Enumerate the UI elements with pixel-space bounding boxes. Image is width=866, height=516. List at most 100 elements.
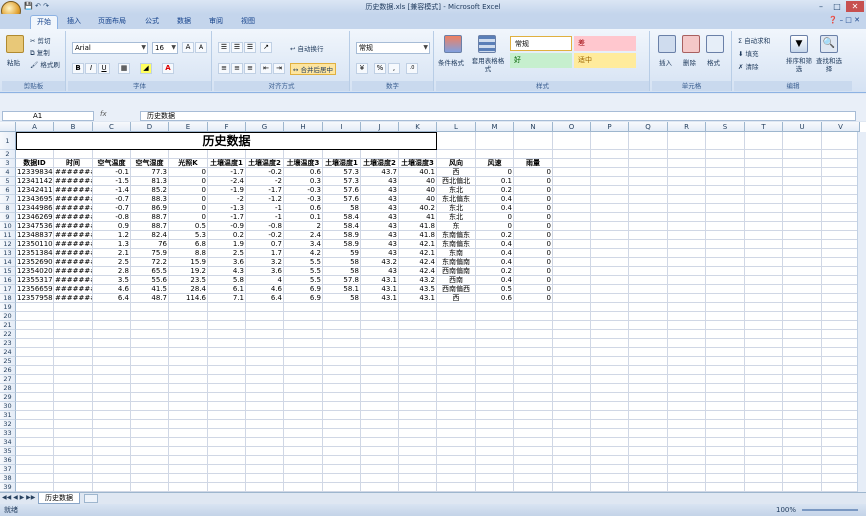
grid-cell[interactable] [169, 393, 208, 402]
grid-cell[interactable] [745, 438, 783, 447]
grid-cell[interactable] [668, 312, 706, 321]
grid-cell[interactable] [822, 258, 860, 267]
grid-cell[interactable] [629, 483, 668, 492]
grid-cell[interactable] [54, 456, 93, 465]
grid-cell[interactable] [361, 375, 399, 384]
grid-cell[interactable] [706, 456, 745, 465]
grid-cell[interactable] [437, 357, 476, 366]
grid-cell[interactable] [284, 375, 323, 384]
grid-cell[interactable] [323, 384, 361, 393]
data-cell[interactable]: 0 [169, 213, 208, 222]
grid-cell[interactable] [514, 312, 553, 321]
grid-cell[interactable] [668, 420, 706, 429]
grid-cell[interactable] [323, 465, 361, 474]
data-cell[interactable]: 42.4 [399, 258, 437, 267]
grid-cell[interactable] [246, 339, 284, 348]
data-cell[interactable]: 西 [437, 294, 476, 303]
data-cell[interactable]: 0 [514, 231, 553, 240]
grid-cell[interactable] [822, 150, 860, 159]
data-cell[interactable]: -1 [246, 213, 284, 222]
grid-cell[interactable] [706, 267, 745, 276]
grid-cell[interactable] [822, 411, 860, 420]
grid-cell[interactable] [93, 402, 131, 411]
grid-cell[interactable] [629, 159, 668, 168]
grid-cell[interactable] [553, 429, 591, 438]
data-cell[interactable]: 0.3 [284, 177, 323, 186]
grid-cell[interactable] [208, 393, 246, 402]
grid-cell[interactable] [629, 267, 668, 276]
increase-indent-icon[interactable]: ⇥ [273, 63, 285, 74]
grid-cell[interactable] [514, 393, 553, 402]
data-cell[interactable]: 3.2 [246, 258, 284, 267]
grid-cell[interactable] [476, 357, 514, 366]
grid-cell[interactable] [822, 195, 860, 204]
data-cell[interactable]: 58.4 [323, 222, 361, 231]
header-cell[interactable]: 土壤湿度1 [323, 159, 361, 168]
grid-cell[interactable] [745, 150, 783, 159]
grid-cell[interactable] [591, 402, 629, 411]
grid-cell[interactable] [668, 321, 706, 330]
data-cell[interactable]: 0.1 [284, 213, 323, 222]
row-header[interactable]: 28 [0, 384, 16, 393]
grid-cell[interactable] [93, 348, 131, 357]
grid-cell[interactable] [54, 366, 93, 375]
grid-cell[interactable] [284, 339, 323, 348]
grid-cell[interactable] [668, 294, 706, 303]
grid-cell[interactable] [437, 339, 476, 348]
grid-cell[interactable] [399, 474, 437, 483]
grid-cell[interactable] [399, 465, 437, 474]
grid-cell[interactable] [361, 330, 399, 339]
grid-cell[interactable] [93, 303, 131, 312]
grid-cell[interactable] [783, 294, 822, 303]
grid-cell[interactable] [668, 384, 706, 393]
grid-cell[interactable] [131, 366, 169, 375]
grid-cell[interactable] [553, 213, 591, 222]
grid-cell[interactable] [629, 249, 668, 258]
grid-cell[interactable] [822, 312, 860, 321]
grid-cell[interactable] [783, 411, 822, 420]
data-cell[interactable]: 12339834 [16, 168, 54, 177]
grid-cell[interactable] [323, 483, 361, 492]
grid-cell[interactable] [54, 303, 93, 312]
grid-cell[interactable] [591, 483, 629, 492]
grid-cell[interactable] [93, 456, 131, 465]
grid-cell[interactable] [822, 402, 860, 411]
grid-cell[interactable] [323, 348, 361, 357]
grid-cell[interactable] [284, 402, 323, 411]
header-cell[interactable]: 土壤温度1 [208, 159, 246, 168]
grid-cell[interactable] [361, 393, 399, 402]
grid-cell[interactable] [16, 483, 54, 492]
grid-cell[interactable] [668, 177, 706, 186]
data-cell[interactable]: 东南 [437, 249, 476, 258]
number-format-combo[interactable]: 常规 ▼ [356, 42, 430, 54]
column-header[interactable]: K [399, 122, 437, 132]
grid-cell[interactable] [822, 429, 860, 438]
data-cell[interactable]: 0.5 [169, 222, 208, 231]
grid-cell[interactable] [514, 330, 553, 339]
data-cell[interactable]: 12347536 [16, 222, 54, 231]
grid-cell[interactable] [706, 339, 745, 348]
conditional-format-icon[interactable] [444, 35, 462, 53]
data-cell[interactable]: 28.4 [169, 285, 208, 294]
grid-cell[interactable] [783, 276, 822, 285]
grid-cell[interactable] [131, 447, 169, 456]
grid-cell[interactable] [208, 348, 246, 357]
grid-cell[interactable] [437, 348, 476, 357]
grid-cell[interactable] [361, 447, 399, 456]
grid-cell[interactable] [745, 240, 783, 249]
grid-cell[interactable] [54, 420, 93, 429]
data-cell[interactable]: -1.3 [208, 204, 246, 213]
grid-cell[interactable] [169, 420, 208, 429]
grid-cell[interactable] [399, 384, 437, 393]
data-cell[interactable]: 0 [169, 195, 208, 204]
data-cell[interactable]: 2.5 [208, 249, 246, 258]
data-cell[interactable]: 东南偏东 [437, 240, 476, 249]
grid-cell[interactable] [822, 348, 860, 357]
grid-cell[interactable] [706, 312, 745, 321]
grid-cell[interactable] [553, 339, 591, 348]
data-cell[interactable]: ######## [54, 285, 93, 294]
grid-cell[interactable] [514, 483, 553, 492]
format-cells-icon[interactable] [706, 35, 724, 53]
grid-cell[interactable] [668, 348, 706, 357]
grid-cell[interactable] [437, 465, 476, 474]
